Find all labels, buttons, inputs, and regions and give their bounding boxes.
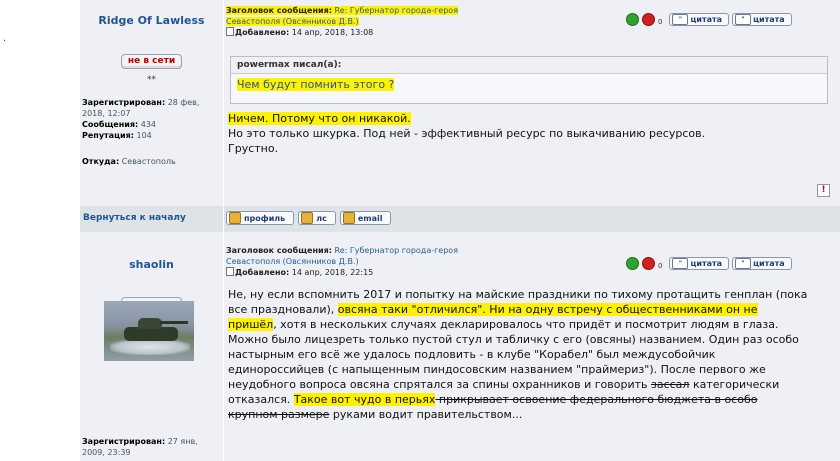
pm-button[interactable]: лс <box>298 211 336 225</box>
reg-label: Зарегистрирован: <box>82 437 166 446</box>
author-name[interactable]: shaolin <box>80 258 223 271</box>
speech-bubble-icon: " <box>735 13 752 25</box>
column-divider <box>223 206 224 232</box>
author-status-block: не в сети ** <box>80 48 223 85</box>
post-text-strike: крупном размере <box>228 408 330 421</box>
post-text-line: Грустно. <box>228 142 279 155</box>
author-info: Зарегистрирован: 27 янв, 2009, 23:39 <box>82 436 222 458</box>
post-text-strike: прикрывает освоение федерального бюджета… <box>435 393 758 406</box>
vote-down-icon[interactable] <box>642 256 655 270</box>
post-text-highlight: пришёл <box>228 318 274 331</box>
msgs-value: 434 <box>140 120 157 129</box>
post: shaolin не в сети *** Зарегистрирован: 2… <box>80 232 840 461</box>
vote-up-icon[interactable] <box>626 12 639 26</box>
rep-label: Репутация: <box>82 131 134 140</box>
quote-button-2[interactable]: " цитата <box>732 12 792 26</box>
quote-button[interactable]: " цитата <box>669 256 730 270</box>
from-value: Севастополь <box>121 157 176 166</box>
tank-gun <box>160 321 188 324</box>
post-text-line: единороссийцев (с напыщенным пиндосовски… <box>228 363 766 376</box>
post-text-line: настырным его всё же удалось подловить -… <box>228 348 716 361</box>
post-text-line: , хотя в нескольких случаях декларировал… <box>273 318 779 331</box>
post-author: shaolin <box>80 258 223 271</box>
post-text-line: отказался. <box>228 393 294 406</box>
post-text-line: неудобного вопроса овсяна спрятался за с… <box>228 378 651 391</box>
post-text-highlight: овсяна таки "отличился". Ни на одну встр… <box>337 303 758 316</box>
from-label: Откуда: <box>82 157 120 166</box>
quote-button[interactable]: " цитата <box>669 12 730 26</box>
column-divider <box>223 0 224 206</box>
post-body: Ничем. Потому что он никакой. Но это тол… <box>228 111 705 156</box>
post-text-line: руками водит правительством... <box>329 408 523 421</box>
document-icon <box>226 267 234 276</box>
post-actions: 0 " цитата " цитата <box>626 256 792 270</box>
users-icon <box>301 212 314 224</box>
post-text-line: все праздновали), <box>228 303 338 316</box>
post-text-line: Не, ну если вспомнить 2017 и попытку на … <box>228 288 808 301</box>
quote-button-label: цитата <box>690 258 723 268</box>
pm-button-label: лс <box>316 213 327 223</box>
quote-button-label: цитата <box>690 14 723 24</box>
page-marker: . <box>3 33 7 44</box>
envelope-icon <box>342 212 355 224</box>
email-button[interactable]: email <box>339 211 392 225</box>
profile-button-label: профиль <box>244 213 286 223</box>
post-text-strike: зассал <box>651 378 690 391</box>
tank-turret <box>138 318 162 329</box>
profile-buttons: профиль лс email <box>226 211 392 225</box>
speech-bubble-icon: " <box>672 257 689 269</box>
post-header: Заголовок сообщения: Re: Губернатор горо… <box>226 5 506 38</box>
post-author: Ridge Of Lawless <box>80 14 223 27</box>
post-actions: 0 " цитата " цитата <box>626 12 792 26</box>
vote-up-icon[interactable] <box>626 256 639 270</box>
water-splash <box>110 339 190 355</box>
subject-label: Заголовок сообщения: <box>226 246 332 255</box>
post-header: Заголовок сообщения: Re: Губернатор горо… <box>226 245 506 278</box>
email-button-label: email <box>357 213 383 223</box>
back-to-top-link[interactable]: Вернуться к началу <box>83 213 186 223</box>
post-body: Не, ну если вспомнить 2017 и попытку на … <box>228 287 828 422</box>
quote-author: powermax писал(а): <box>231 57 827 74</box>
quote-button-label: цитата <box>753 14 785 24</box>
vote-down-icon[interactable] <box>642 12 655 26</box>
speech-bubble-icon: " <box>735 257 752 269</box>
quote-block: powermax писал(а): Чем будут помнить это… <box>230 56 828 104</box>
vote-count: 0 <box>658 262 663 270</box>
added-value: 14 апр, 2018, 22:15 <box>291 268 374 277</box>
offline-badge: не в сети <box>120 54 183 69</box>
post: Ridge Of Lawless не в сети ** Зарегистри… <box>80 0 840 223</box>
rep-value: 104 <box>136 131 152 140</box>
added-label: Добавлено: <box>235 268 290 277</box>
author-name[interactable]: Ridge Of Lawless <box>80 14 223 27</box>
msgs-label: Сообщения: <box>82 120 139 129</box>
post-text-line: Но это только шкурка. Под ней - эффектив… <box>228 127 706 140</box>
post-text-highlight: Такое вот чудо в перьях <box>293 393 436 406</box>
document-icon <box>226 27 234 36</box>
author-info: Зарегистрирован: 28 фев, 2018, 12:07 Соо… <box>82 97 222 167</box>
post-footer-bar <box>80 206 840 232</box>
profile-icon <box>229 212 241 224</box>
post-text-line: Можно было лицезреть только пустой стул … <box>228 333 799 346</box>
report-icon[interactable]: ! <box>817 184 830 197</box>
column-divider <box>223 232 224 461</box>
quote-button-2[interactable]: " цитата <box>732 256 792 270</box>
tank-body <box>124 327 178 341</box>
added-value: 14 апр, 2018, 13:08 <box>291 28 374 37</box>
quote-text: Чем будут помнить этого ? <box>237 78 395 91</box>
profile-button[interactable]: профиль <box>226 211 295 225</box>
reg-label: Зарегистрирован: <box>82 98 166 107</box>
rank-stars: ** <box>147 75 156 85</box>
speech-bubble-icon: " <box>672 13 689 25</box>
avatar <box>104 301 194 361</box>
subject-label: Заголовок сообщения: <box>226 6 332 15</box>
post-text-line: категорически <box>689 378 780 391</box>
vote-count: 0 <box>658 18 663 26</box>
quote-button-label: цитата <box>753 258 785 268</box>
forum-thread: Ridge Of Lawless не в сети ** Зарегистри… <box>80 0 840 461</box>
added-label: Добавлено: <box>235 28 290 37</box>
post-text-line: Ничем. Потому что он никакой. <box>228 112 411 125</box>
